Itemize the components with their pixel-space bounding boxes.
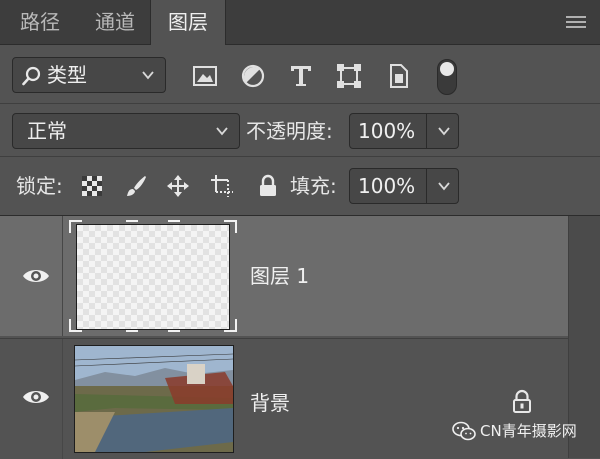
tab-layers[interactable]: 图层 [150,0,226,45]
blend-opacity-bar: 正常 不透明度: 100% [0,104,600,157]
opacity-label: 不透明度: [246,119,333,143]
smart-object-filter-icon[interactable] [386,63,412,89]
layer-thumbnail [68,219,238,333]
adjustment-filter-icon[interactable] [240,63,266,89]
chevron-down-icon [142,71,154,80]
opacity-dropdown-chevron-icon[interactable] [437,124,451,138]
layer-name[interactable]: 背景 [250,391,290,415]
opacity-value[interactable]: 100% [358,114,415,148]
fill-dropdown-chevron-icon[interactable] [437,179,451,193]
layer-row[interactable]: 图层 1 [0,216,568,336]
layer-name[interactable]: 图层 1 [250,264,309,288]
filter-type-select[interactable]: 类型 [12,57,166,93]
lock-artboard-icon[interactable] [210,174,234,198]
filter-type-label: 类型 [47,63,87,87]
transparency-checkerboard [76,224,230,330]
opacity-field[interactable]: 100% [349,113,459,149]
fill-field[interactable]: 100% [349,168,459,204]
image-filter-icon[interactable] [192,63,218,89]
lock-all-icon[interactable] [256,174,280,198]
shape-filter-icon[interactable] [336,63,362,89]
toggle-knob [440,62,454,76]
layer-filter-bar: 类型 [0,45,600,104]
eye-icon[interactable] [22,266,50,286]
watermark-text: CN青年摄影网 [480,422,577,440]
lock-position-icon[interactable] [166,174,190,198]
lock-image-pixels-icon[interactable] [124,174,148,198]
tab-paths[interactable]: 路径 [0,0,80,44]
background-photo-thumbnail [74,345,234,453]
search-icon [22,66,41,86]
fill-value[interactable]: 100% [358,169,415,203]
blend-mode-label: 正常 [27,119,67,143]
blend-mode-select[interactable]: 正常 [12,113,240,149]
panel-menu-icon[interactable] [566,16,586,30]
type-filter-icon[interactable] [288,63,314,89]
lock-icon [513,389,531,413]
panel-tab-bar: 路径 通道 图层 [0,0,600,45]
lock-transparent-pixels-icon[interactable] [80,174,104,198]
filter-toggle-icon[interactable] [437,59,457,95]
fill-label: 填充: [290,174,337,198]
eye-icon[interactable] [22,387,50,407]
tab-channels[interactable]: 通道 [80,0,150,44]
wechat-logo-icon [452,421,476,441]
chevron-down-icon [216,127,228,136]
lock-fill-bar: 锁定: 填充: 100% [0,157,600,216]
lock-label: 锁定: [16,174,63,198]
